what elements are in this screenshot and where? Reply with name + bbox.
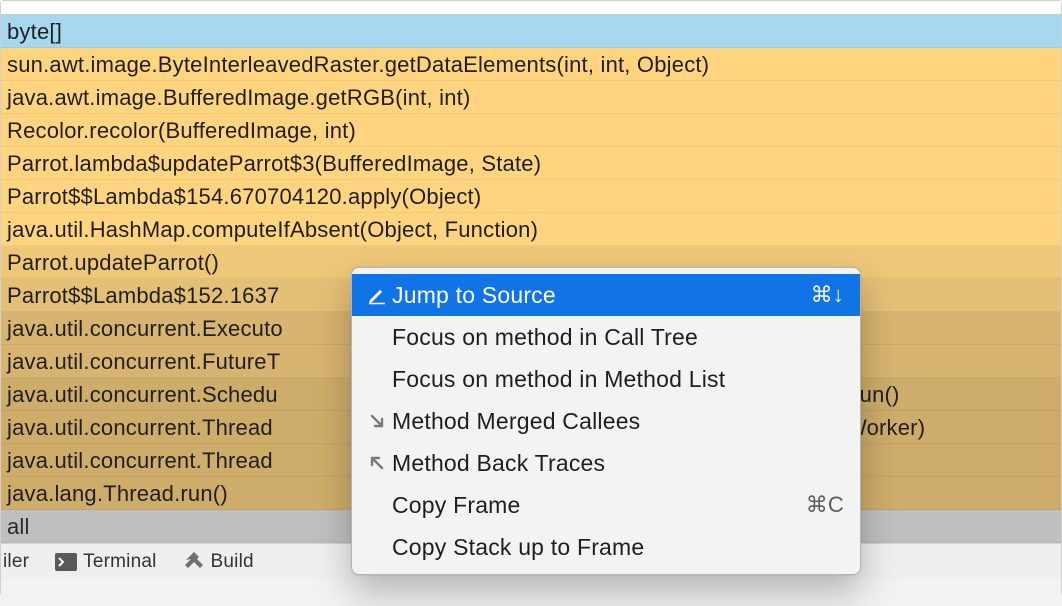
status-bar-blank: [1, 579, 1061, 606]
context-menu: Jump to Source⌘↓ Focus on method in Call …: [351, 267, 861, 575]
context-menu-item[interactable]: Method Back Traces: [352, 442, 860, 484]
tab-label: iler: [3, 551, 29, 573]
context-menu-item[interactable]: Focus on method in Method List: [352, 358, 860, 400]
tab-build[interactable]: Build: [183, 551, 254, 573]
edit-icon: [362, 285, 392, 305]
context-menu-item[interactable]: Jump to Source⌘↓: [352, 274, 860, 316]
menu-item-label: Jump to Source: [392, 282, 811, 309]
arrow-ul-icon: [362, 454, 392, 472]
menu-item-label: Method Merged Callees: [392, 408, 844, 435]
tab-profiler-partial[interactable]: iler: [3, 551, 29, 573]
toolbar-blank: [1, 1, 1061, 15]
hammer-icon: [183, 552, 205, 572]
menu-item-label: Method Back Traces: [392, 450, 844, 477]
stack-frame-row[interactable]: byte[]: [1, 15, 1061, 48]
menu-item-label: Copy Frame: [392, 492, 806, 519]
stack-frame-row[interactable]: Parrot.lambda$updateParrot$3(BufferedIma…: [1, 147, 1061, 180]
stack-frame-row[interactable]: java.util.HashMap.computeIfAbsent(Object…: [1, 213, 1061, 246]
context-menu-item[interactable]: Copy Frame⌘C: [352, 484, 860, 526]
context-menu-item[interactable]: Method Merged Callees: [352, 400, 860, 442]
tab-label: Build: [211, 551, 254, 573]
stack-frame-row[interactable]: sun.awt.image.ByteInterleavedRaster.getD…: [1, 48, 1061, 81]
terminal-icon: [55, 553, 77, 571]
menu-item-shortcut: ⌘↓: [811, 282, 844, 308]
menu-item-shortcut: ⌘C: [806, 492, 844, 518]
menu-item-label: Focus on method in Call Tree: [392, 324, 844, 351]
tab-label: Terminal: [83, 551, 156, 573]
menu-item-label: Copy Stack up to Frame: [392, 534, 844, 561]
stack-frame-row[interactable]: java.awt.image.BufferedImage.getRGB(int,…: [1, 81, 1061, 114]
context-menu-item[interactable]: Focus on method in Call Tree: [352, 316, 860, 358]
stack-frame-row[interactable]: Parrot$$Lambda$154.670704120.apply(Objec…: [1, 180, 1061, 213]
frame-text-left: java.util.concurrent.Schedu: [7, 382, 278, 407]
arrow-dr-icon: [362, 412, 392, 430]
tab-terminal[interactable]: Terminal: [55, 551, 156, 573]
stack-frame-row[interactable]: Recolor.recolor(BufferedImage, int): [1, 114, 1061, 147]
context-menu-item[interactable]: Copy Stack up to Frame: [352, 526, 860, 568]
menu-item-label: Focus on method in Method List: [392, 366, 844, 393]
frame-text-left: java.util.concurrent.Thread: [7, 415, 273, 440]
